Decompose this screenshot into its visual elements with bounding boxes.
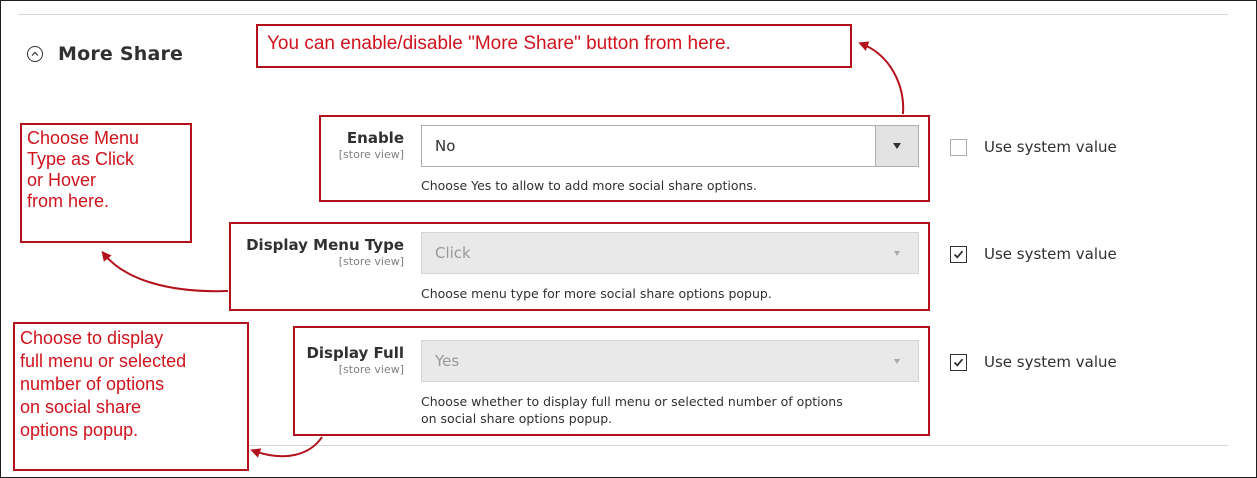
- arrow-enable: [858, 41, 905, 115]
- annotation-arrows: [101, 41, 905, 458]
- arrow-menu-type: [101, 250, 229, 293]
- arrow-display-full: [250, 436, 323, 458]
